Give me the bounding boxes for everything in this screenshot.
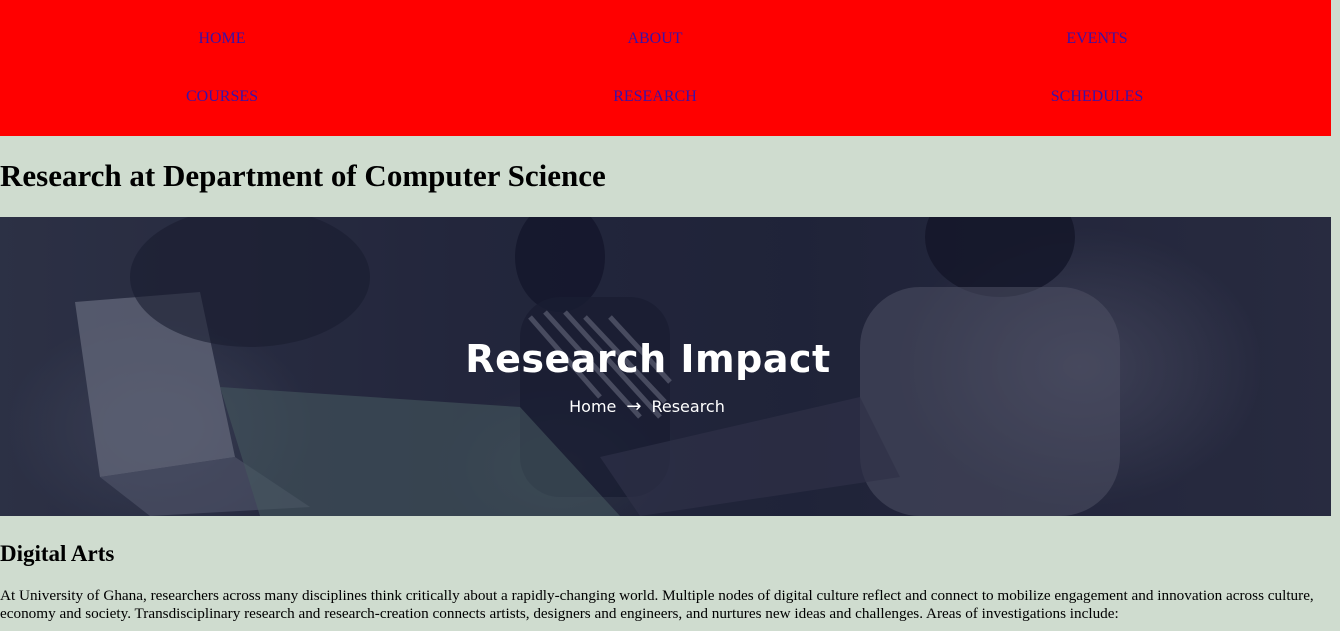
- nav-link-home[interactable]: HOME: [198, 30, 245, 48]
- page-title: Research at Department of Computer Scien…: [0, 158, 606, 193]
- nav-link-research[interactable]: RESEARCH: [613, 88, 697, 106]
- hero-banner-image: Research Impact Home → Research: [0, 217, 1331, 516]
- page: HOME ABOUT EVENTS COURSES RESEARCH SCHED…: [0, 0, 1340, 631]
- section-body-text: At University of Ghana, researchers acro…: [0, 587, 1314, 622]
- section-heading: Digital Arts: [0, 541, 115, 566]
- nav-link-events[interactable]: EVENTS: [1066, 30, 1127, 48]
- breadcrumb-home-link[interactable]: Home: [569, 397, 616, 416]
- nav-link-courses[interactable]: COURSES: [186, 88, 258, 106]
- arrow-right-icon: →: [626, 396, 642, 417]
- top-navigation: HOME ABOUT EVENTS COURSES RESEARCH SCHED…: [0, 0, 1331, 136]
- hero-breadcrumb: Home → Research: [569, 397, 725, 417]
- nav-link-about[interactable]: ABOUT: [627, 30, 682, 48]
- nav-link-schedules[interactable]: SCHEDULES: [1051, 88, 1143, 106]
- hero-title: Research Impact: [465, 337, 831, 381]
- breadcrumb-current: Research: [651, 397, 725, 416]
